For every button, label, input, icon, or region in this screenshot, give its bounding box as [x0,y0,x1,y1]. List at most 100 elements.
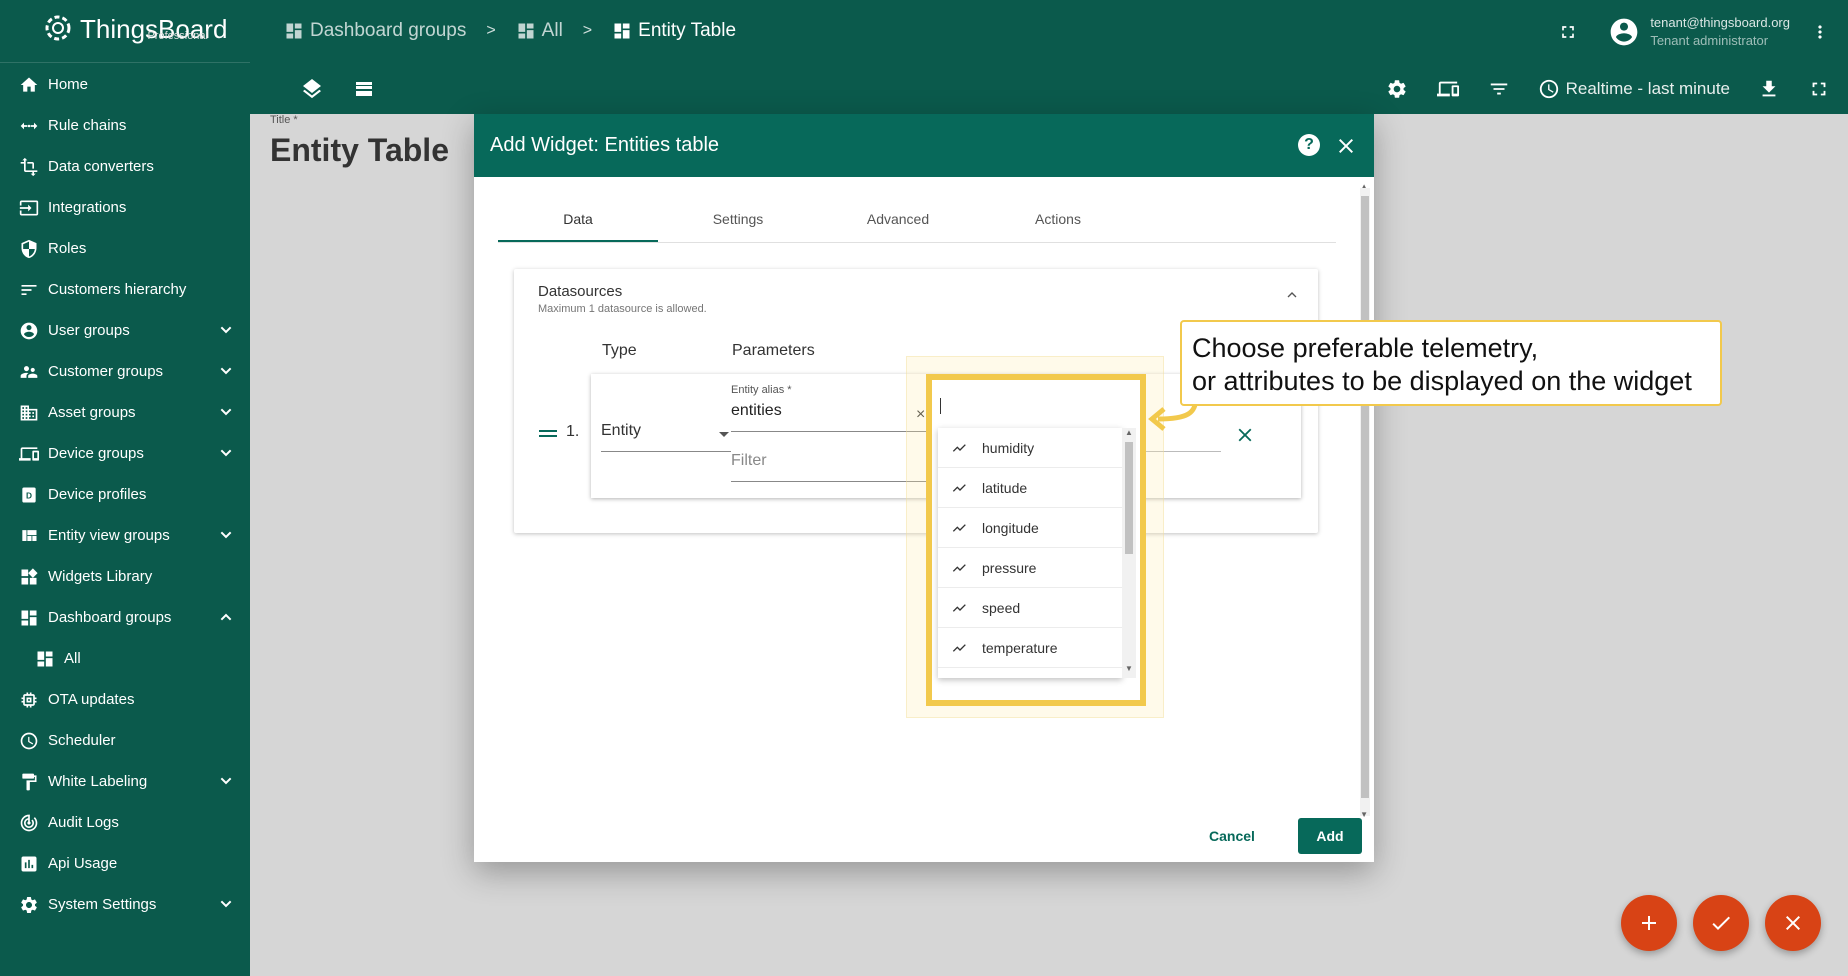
sidebar-item-asset-groups[interactable]: Asset groups [0,392,250,433]
chevron-down-icon [218,404,234,420]
chevron-up-icon[interactable] [1284,287,1300,303]
thingsboard-logo-icon [45,15,71,41]
sidebar-item-audit-logs[interactable]: Audit Logs [0,802,250,843]
sidebar-item-data-converters[interactable]: Data converters [0,146,250,187]
keys-input[interactable] [938,390,1128,416]
sidebar-item-entity-view-groups[interactable]: Entity view groups [0,515,250,556]
scrollbar-thumb[interactable] [1361,196,1369,798]
filter-list-icon[interactable] [1488,78,1510,100]
autocomplete-option[interactable]: pressure [938,548,1122,588]
sidebar-item-device-profiles[interactable]: D Device profiles [0,474,250,515]
more-vert-icon[interactable] [1810,22,1830,42]
autocomplete-option[interactable]: latitude [938,468,1122,508]
breadcrumb-separator: > [486,22,496,39]
filter-input[interactable]: Filter [731,452,931,482]
schedule-icon [1539,79,1558,99]
sidebar-item-home[interactable]: Home [0,64,250,105]
sidebar-item-rule-chains[interactable]: Rule chains [0,105,250,146]
sidebar-item-ota-updates[interactable]: OTA updates [0,679,250,720]
settings-icon[interactable] [1386,78,1408,100]
view-quilt-icon [18,525,40,547]
scrollbar-thumb[interactable] [1125,442,1133,554]
scroll-down-arrow-icon[interactable]: ▼ [1125,664,1133,673]
breadcrumb-entity-table: Entity Table [612,20,736,42]
entity-alias-input[interactable]: entities [731,402,931,432]
column-header-type: Type [602,342,637,359]
sidebar-item-system-settings[interactable]: System Settings [0,884,250,925]
scroll-down-arrow-icon[interactable]: ▼ [1360,810,1368,819]
tab-advanced[interactable]: Advanced [818,198,978,242]
sidebar-item-customer-groups[interactable]: Customer groups [0,351,250,392]
sidebar-item-label: Customers hierarchy [48,281,187,298]
devices-icon[interactable] [1436,78,1460,100]
autocomplete-option[interactable]: humidity [938,428,1122,468]
save-fab[interactable] [1693,895,1749,951]
sidebar-item-white-labeling[interactable]: White Labeling [0,761,250,802]
add-widget-fab[interactable] [1621,895,1677,951]
add-button[interactable]: Add [1298,818,1362,854]
tab-actions[interactable]: Actions [978,198,1138,242]
tab-data[interactable]: Data [498,198,658,242]
sidebar-item-label: Entity view groups [48,527,170,544]
autocomplete-option-label: humidity [982,439,1035,456]
fullscreen-icon[interactable] [1808,78,1830,100]
cancel-edit-fab[interactable] [1765,895,1821,951]
dialog-tabs: Data Settings Advanced Actions [498,198,1336,243]
sidebar-item-label: Data converters [48,158,154,175]
entity-alias-label: Entity alias * [731,384,792,396]
timewindow-button[interactable]: Realtime - last minute [1538,78,1730,100]
fullscreen-icon[interactable] [1558,22,1578,42]
sidebar-item-all[interactable]: All [0,638,250,679]
timeline-icon [952,603,966,612]
view-stream-icon[interactable] [352,77,376,101]
user-menu[interactable]: tenant@thingsboard.org Tenant administra… [1608,14,1790,50]
user-role: Tenant administrator [1650,33,1769,48]
schedule-icon [18,730,40,752]
sidebar-item-roles[interactable]: Roles [0,228,250,269]
sidebar-item-integrations[interactable]: Integrations [0,187,250,228]
sidebar-item-label: OTA updates [48,691,135,708]
dashboard-icon [286,23,302,39]
breadcrumb-dashboard-groups[interactable]: Dashboard groups [284,20,466,42]
sidebar-item-label: White Labeling [48,773,148,790]
sidebar-item-api-usage[interactable]: Api Usage [0,843,250,884]
chevron-down-icon [218,445,234,461]
devices-icon [18,443,40,465]
breadcrumb-all[interactable]: All [516,20,563,42]
input-icon [18,197,40,219]
account-circle-icon [18,320,40,342]
tab-settings[interactable]: Settings [658,198,818,242]
sidebar-divider [0,62,250,63]
sidebar-item-label: Device groups [48,445,144,462]
remove-datasource-icon[interactable] [1234,424,1256,446]
autocomplete-option-label: speed [982,599,1021,616]
sidebar: ThingsBoard Professional Home Rule chains… [0,0,250,976]
sidebar-item-scheduler[interactable]: Scheduler [0,720,250,761]
type-select[interactable]: Entity [601,422,731,452]
sidebar-item-dashboard-groups[interactable]: Dashboard groups [0,597,250,638]
layers-icon[interactable] [300,77,324,101]
check-icon [1712,916,1730,930]
help-icon[interactable]: ? [1298,134,1320,156]
autocomplete-option[interactable]: temperature [938,628,1122,668]
cancel-button[interactable]: Cancel [1197,818,1267,854]
autocomplete-option[interactable]: longitude [938,508,1122,548]
sidebar-item-label: Scheduler [48,732,116,749]
drag-handle-icon[interactable] [539,429,557,439]
autocomplete-option[interactable]: speed [938,588,1122,628]
autocomplete-option[interactable]: lt... [938,668,1122,678]
sidebar-item-user-groups[interactable]: User groups [0,310,250,351]
autocomplete-option-label: longitude [982,519,1039,536]
sidebar-item-customers-hierarchy[interactable]: Customers hierarchy [0,269,250,310]
text-cursor [940,398,941,414]
chevron-up-icon [218,609,234,625]
dialog-scrollbar[interactable] [1360,188,1370,816]
sidebar-item-device-groups[interactable]: Device groups [0,433,250,474]
type-select-value: Entity [601,422,642,439]
sidebar-item-widgets-library[interactable]: Widgets Library [0,556,250,597]
supervisor-icon [18,361,40,383]
scroll-up-arrow-icon[interactable]: ▲ [1125,428,1133,437]
autocomplete-scrollbar[interactable]: ▲ ▼ [1122,428,1136,678]
close-icon[interactable] [1334,134,1358,158]
download-icon[interactable] [1758,78,1780,100]
